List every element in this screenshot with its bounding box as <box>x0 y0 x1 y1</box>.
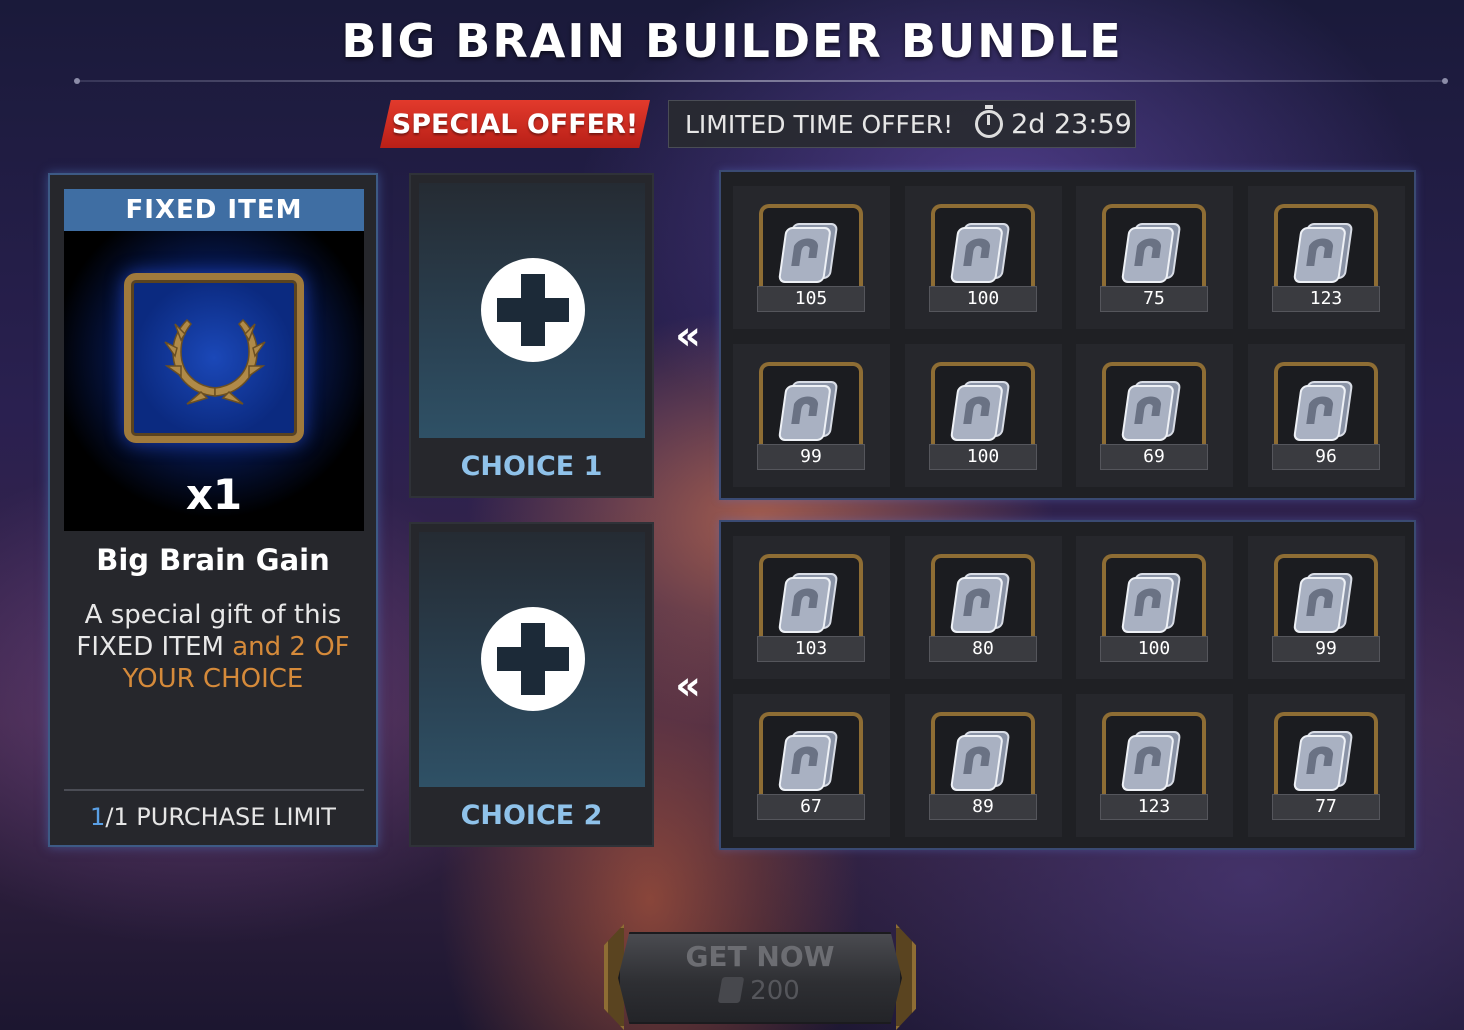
unit-card-icon <box>1291 726 1361 792</box>
option-tile[interactable]: 123 <box>1076 694 1233 837</box>
chevron-left-double-icon: « <box>675 663 701 709</box>
fixed-item-panel[interactable]: FIXED ITEM x1 Big Brain Gain A special g… <box>48 173 378 847</box>
option-quantity: 99 <box>1272 636 1380 662</box>
option-quantity: 100 <box>929 286 1037 312</box>
unit-card-icon <box>1119 726 1189 792</box>
option-tile[interactable]: 69 <box>1076 344 1233 487</box>
unit-crystal-icon <box>717 977 745 1003</box>
purchase-limit: 1/1 PURCHASE LIMIT <box>50 803 376 831</box>
plus-icon[interactable] <box>481 258 585 362</box>
choice-2-label: CHOICE 2 <box>460 800 603 831</box>
bundle-title: BIG BRAIN BUILDER BUNDLE <box>341 14 1123 68</box>
option-tile[interactable]: 96 <box>1248 344 1405 487</box>
option-tile[interactable]: 100 <box>905 186 1062 329</box>
choice-1-options-grid: 105 100 75 123 99 100 69 96 <box>719 170 1416 500</box>
option-quantity: 123 <box>1272 286 1380 312</box>
unit-card-icon <box>1291 218 1361 284</box>
unit-card-icon <box>948 376 1018 442</box>
purchase-limit-text: /1 PURCHASE LIMIT <box>105 803 336 831</box>
option-tile[interactable]: 99 <box>1248 536 1405 679</box>
panel-divider <box>64 789 364 791</box>
option-tile[interactable]: 100 <box>1076 536 1233 679</box>
option-quantity: 89 <box>929 794 1037 820</box>
item-frame <box>124 273 304 443</box>
special-offer-badge: SPECIAL OFFER! <box>380 100 650 148</box>
limited-time-label: LIMITED TIME OFFER! <box>685 109 954 139</box>
get-now-label: GET NOW <box>685 940 835 973</box>
choice-slot-art <box>419 183 645 438</box>
option-quantity: 77 <box>1272 794 1380 820</box>
unit-card-icon <box>1291 568 1361 634</box>
choice-slot-1[interactable]: CHOICE 1 <box>409 173 654 498</box>
title-divider <box>74 78 1448 84</box>
option-quantity: 103 <box>757 636 865 662</box>
option-tile[interactable]: 123 <box>1248 186 1405 329</box>
option-quantity: 100 <box>1100 636 1208 662</box>
fixed-item-art: x1 <box>64 231 364 531</box>
option-tile[interactable]: 89 <box>905 694 1062 837</box>
option-quantity: 67 <box>757 794 865 820</box>
unit-card-icon <box>1291 376 1361 442</box>
fixed-item-name: Big Brain Gain <box>96 543 330 577</box>
option-tile[interactable]: 80 <box>905 536 1062 679</box>
plus-icon[interactable] <box>481 607 585 711</box>
option-tile[interactable]: 99 <box>733 344 890 487</box>
choice-slot-2[interactable]: CHOICE 2 <box>409 522 654 847</box>
unit-card-icon <box>948 218 1018 284</box>
unit-card-icon <box>776 568 846 634</box>
option-tile[interactable]: 103 <box>733 536 890 679</box>
unit-card-icon <box>948 568 1018 634</box>
option-quantity: 99 <box>757 444 865 470</box>
option-tile[interactable]: 100 <box>905 344 1062 487</box>
choice-1-label: CHOICE 1 <box>460 451 603 482</box>
laurel-wreath-icon <box>164 318 266 405</box>
stopwatch-icon <box>975 105 1004 138</box>
limited-time-banner: LIMITED TIME OFFER! 2d 23:59 <box>668 100 1136 148</box>
unit-card-icon <box>948 726 1018 792</box>
price-value: 200 <box>750 976 800 1006</box>
choice-2-options-grid: 103 80 100 99 67 89 123 77 <box>719 520 1416 850</box>
option-quantity: 123 <box>1100 794 1208 820</box>
option-quantity: 96 <box>1272 444 1380 470</box>
option-quantity: 105 <box>757 286 865 312</box>
unit-card-icon <box>1119 568 1189 634</box>
unit-card-icon <box>1119 376 1189 442</box>
unit-card-icon <box>776 218 846 284</box>
fixed-item-header: FIXED ITEM <box>64 189 364 231</box>
get-now-button[interactable]: GET NOW 200 <box>604 924 916 1030</box>
fixed-item-description: A special gift of this FIXED ITEM and 2 … <box>70 599 356 695</box>
option-tile[interactable]: 67 <box>733 694 890 837</box>
option-quantity: 75 <box>1100 286 1208 312</box>
purchase-limit-count: 1 <box>90 803 106 831</box>
option-quantity: 69 <box>1100 444 1208 470</box>
option-quantity: 100 <box>929 444 1037 470</box>
fixed-item-quantity: x1 <box>185 470 243 519</box>
get-now-price: 200 <box>604 976 916 1006</box>
countdown-timer: 2d 23:59 <box>1011 108 1132 140</box>
unit-card-icon <box>776 376 846 442</box>
unit-card-icon <box>776 726 846 792</box>
chevron-left-double-icon: « <box>675 313 701 359</box>
choice-slot-art <box>419 532 645 787</box>
option-tile[interactable]: 105 <box>733 186 890 329</box>
option-tile[interactable]: 75 <box>1076 186 1233 329</box>
option-tile[interactable]: 77 <box>1248 694 1405 837</box>
option-quantity: 80 <box>929 636 1037 662</box>
unit-card-icon <box>1119 218 1189 284</box>
